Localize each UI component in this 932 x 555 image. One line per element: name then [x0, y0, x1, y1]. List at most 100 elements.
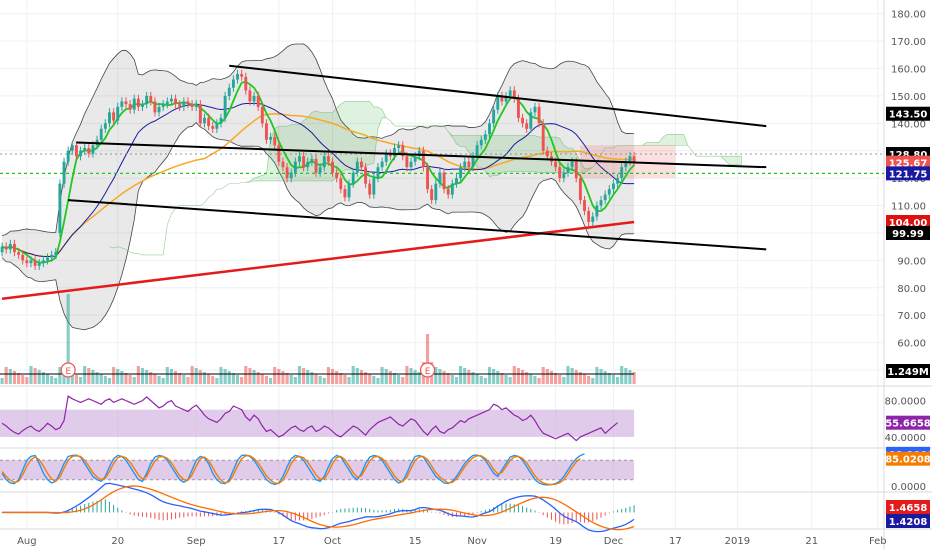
volume-bar: [392, 373, 397, 384]
macd-histogram-bar: [352, 507, 354, 513]
macd-histogram-bar: [385, 510, 387, 513]
candle: [393, 148, 396, 157]
volume-bar: [467, 370, 471, 384]
candle: [248, 90, 252, 102]
rsi-label: 55.6658: [885, 419, 931, 430]
candle: [545, 150, 549, 157]
candle: [537, 106, 541, 124]
volume-bar: [487, 367, 492, 384]
volume-bar: [442, 371, 446, 384]
macd-histogram-bar: [592, 512, 594, 522]
candle: [376, 167, 380, 179]
volume-bar: [372, 376, 376, 384]
volume-bar: [512, 366, 516, 384]
candle: [29, 260, 33, 264]
rsi-tick-label: 80.0000: [885, 397, 926, 408]
candle: [459, 167, 463, 179]
y-axis-tick-label: 150.00: [891, 92, 926, 103]
macd-histogram-bar: [439, 512, 441, 514]
volume-bar: [74, 375, 78, 384]
volume-bar: [116, 369, 120, 384]
x-axis-tick-label: 20: [111, 536, 124, 547]
candle: [430, 189, 434, 201]
volume-bar: [368, 374, 372, 384]
candle: [70, 145, 74, 151]
volume-bar: [322, 378, 326, 384]
candle: [483, 134, 487, 140]
macd-histogram-bar: [356, 507, 358, 513]
macd-histogram-bar: [348, 508, 350, 513]
macd-histogram-bar: [575, 512, 577, 523]
candle: [599, 200, 603, 206]
macd-histogram-bar: [150, 512, 152, 518]
volume-bar: [554, 373, 558, 384]
candle: [525, 123, 529, 129]
macd-histogram-bar: [476, 512, 478, 514]
x-axis-tick-label: 21: [805, 536, 818, 547]
volume-bar: [87, 368, 91, 384]
volume-bar: [260, 374, 264, 384]
candle: [223, 95, 227, 118]
candle: [219, 117, 223, 124]
candle: [566, 167, 570, 173]
candle: [62, 161, 66, 184]
volume-bar: [359, 370, 364, 384]
y-axis-tick-label: 60.00: [897, 339, 926, 350]
volume-bar: [240, 377, 244, 384]
volume-bar: [520, 370, 525, 384]
volume-bar: [293, 377, 297, 384]
y-axis-tick-label: 90.00: [897, 256, 926, 267]
candle: [136, 98, 140, 107]
volume-bar: [314, 374, 318, 384]
macd-histogram-bar: [315, 512, 317, 518]
candle: [570, 161, 574, 168]
candle: [558, 167, 562, 179]
volume-bar: [169, 369, 173, 384]
candle: [351, 172, 355, 184]
macd-histogram-bar: [340, 508, 342, 513]
volume-bar: [446, 373, 450, 384]
volume-bar: [351, 366, 355, 384]
price-chart[interactable]: 50.0060.0070.0080.0090.00100.00110.00120…: [0, 0, 932, 550]
volume-bar: [549, 371, 554, 384]
volume-bar: [207, 374, 211, 384]
macd-histogram-bar: [522, 506, 524, 513]
candle: [182, 101, 186, 107]
macd-histogram-bar: [142, 512, 144, 517]
volume-bar: [244, 366, 248, 384]
macd-histogram-bar: [170, 512, 172, 520]
volume-bar: [595, 367, 599, 384]
stoch-tick-label: 0.0000: [891, 482, 926, 493]
volume-bar: [103, 376, 107, 384]
volume-bar: [83, 366, 87, 384]
candle: [190, 104, 194, 107]
candle: [165, 101, 169, 105]
volume-bar: [29, 366, 33, 384]
volume-bar: [107, 378, 112, 384]
candle: [149, 95, 153, 102]
macd-histogram-bar: [530, 508, 532, 513]
candle: [467, 161, 471, 168]
macd-histogram-bar: [137, 512, 139, 517]
candle: [236, 74, 239, 80]
candle: [231, 79, 235, 88]
volume-bar: [78, 377, 83, 384]
macd-histogram-bar: [360, 507, 362, 513]
candle: [198, 104, 202, 124]
macd-histogram-bar: [336, 509, 338, 513]
macd-histogram-bar: [534, 510, 536, 513]
volume-bar: [120, 371, 124, 384]
candle: [269, 137, 273, 140]
volume-bar: [318, 376, 322, 384]
macd-label: 1.4658: [889, 503, 928, 514]
candle: [260, 106, 264, 124]
volume-label: 1.249M: [887, 367, 929, 378]
candle: [397, 145, 401, 148]
volume-bar: [140, 368, 145, 384]
y-axis-tick-label: 110.00: [891, 202, 926, 213]
volume-bar: [326, 367, 330, 384]
macd-histogram-bar: [625, 507, 627, 513]
macd-histogram-bar: [121, 510, 123, 513]
candle: [116, 106, 120, 121]
candle: [145, 95, 149, 105]
